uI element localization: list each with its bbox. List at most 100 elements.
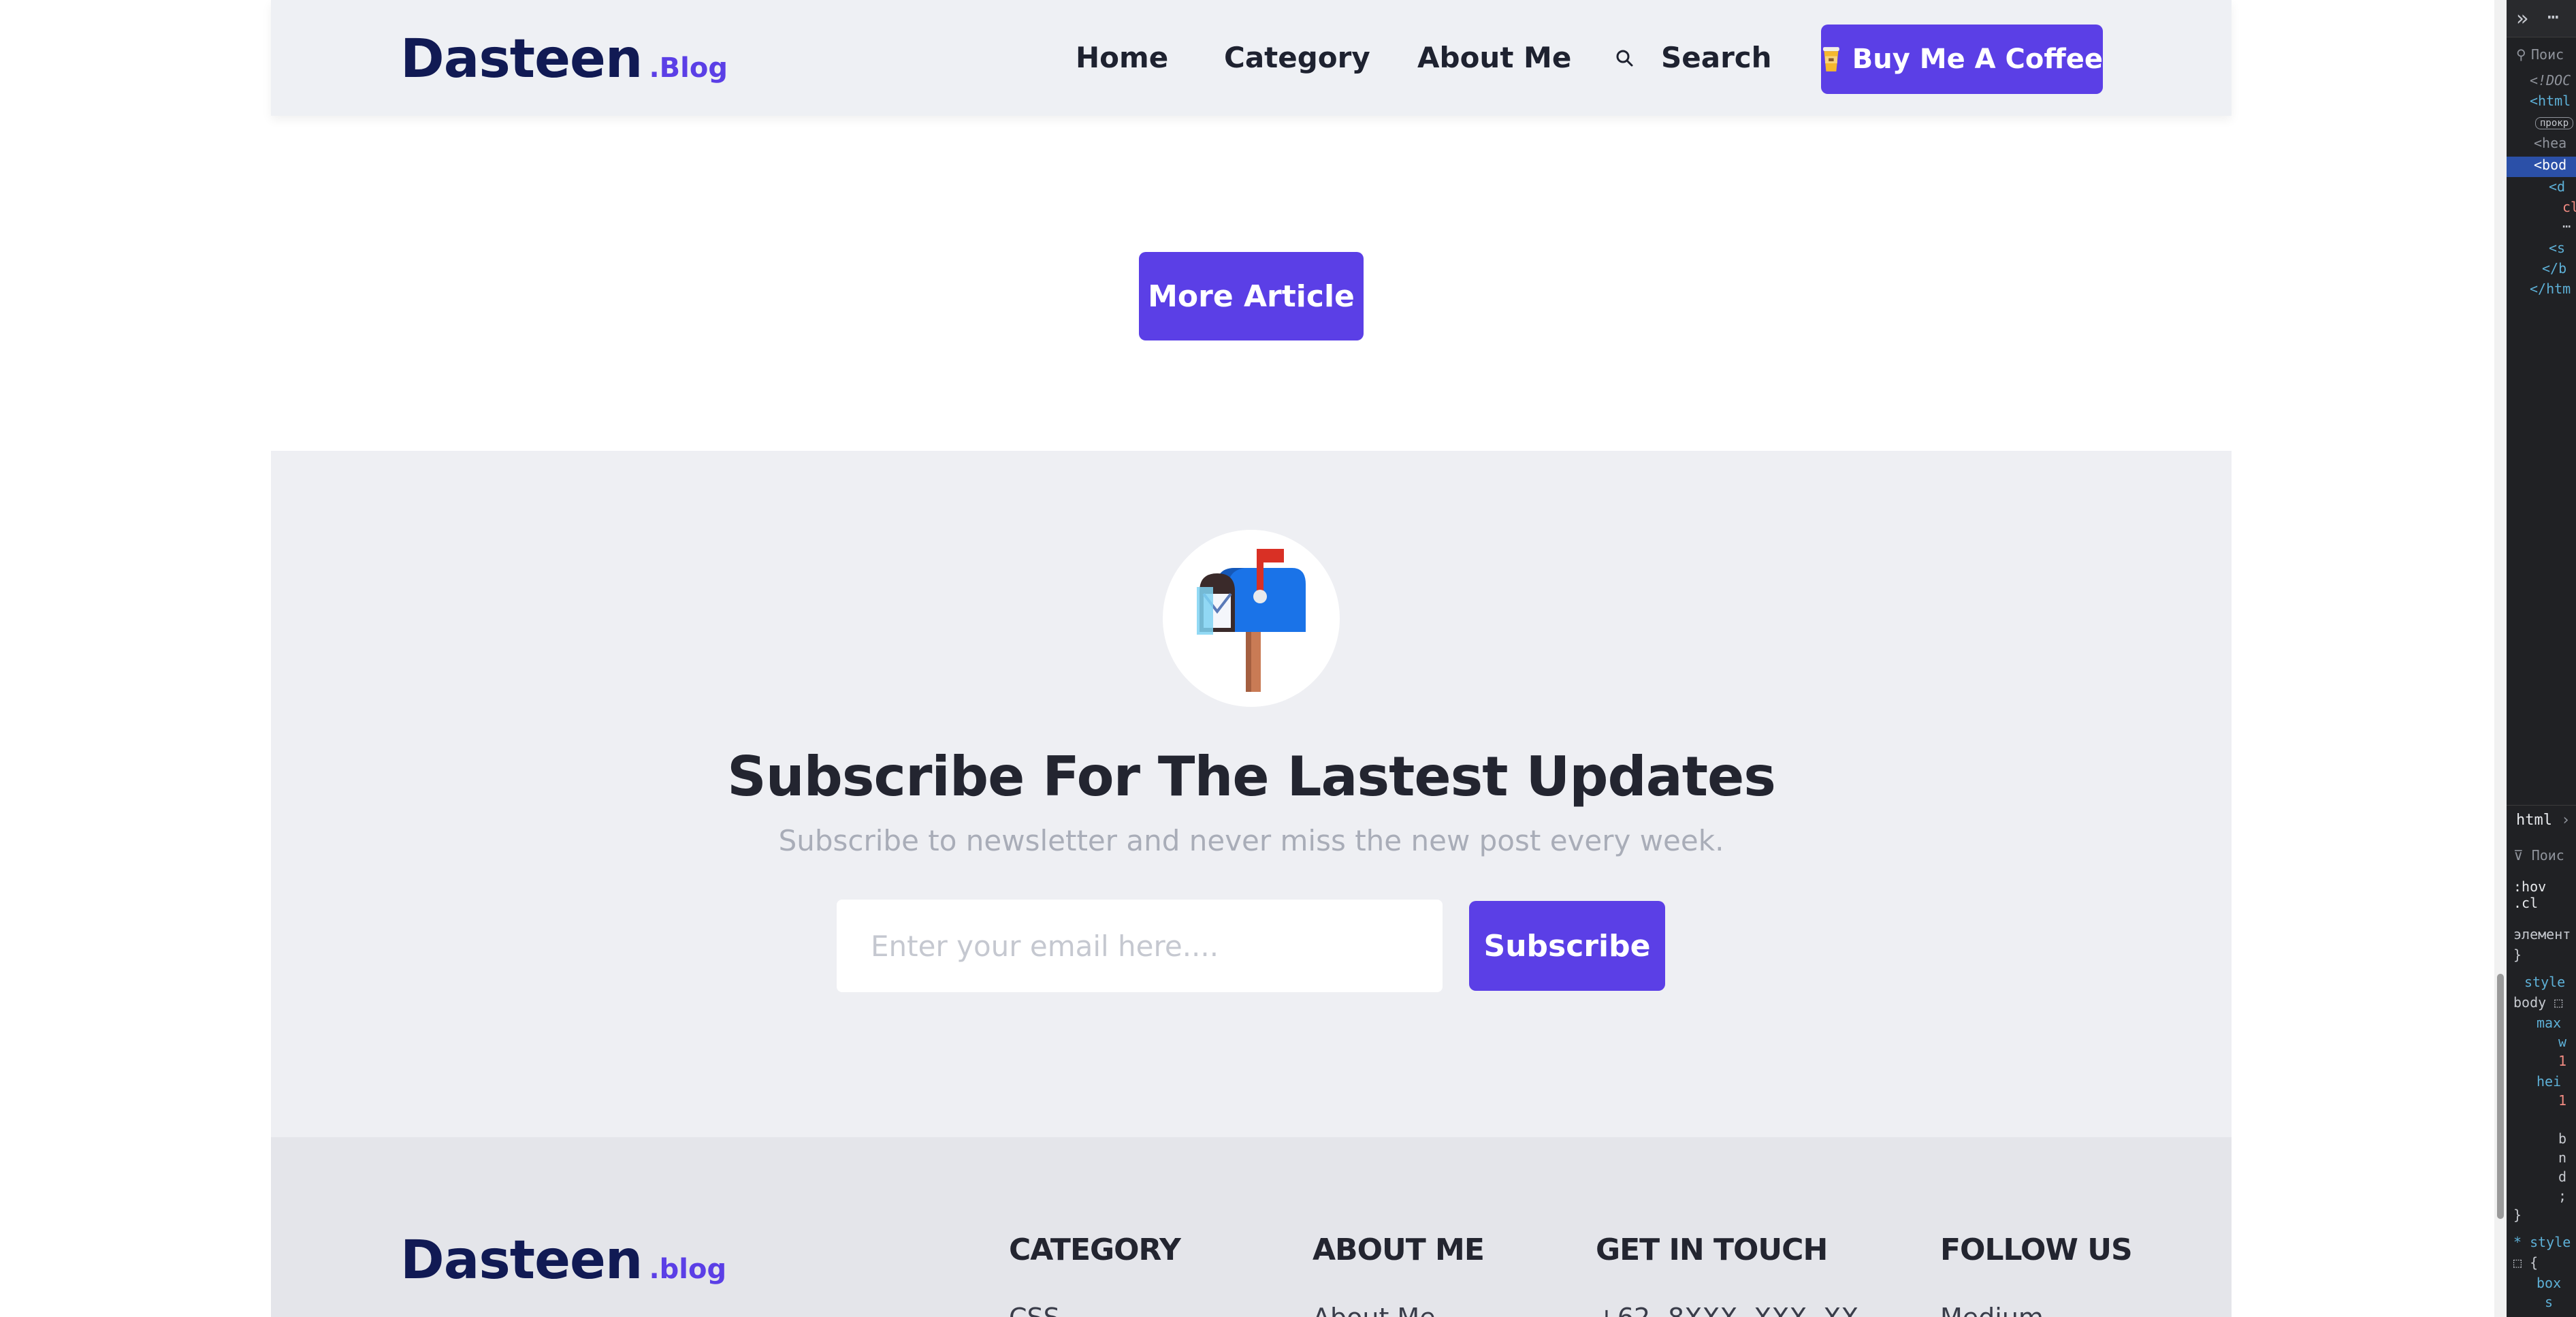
scrollbar-thumb[interactable] xyxy=(2497,974,2504,1219)
dom-node-text: <d xyxy=(2549,178,2566,195)
breadcrumb-html: html xyxy=(2516,812,2552,829)
dom-badge-text: прокр xyxy=(2535,117,2574,129)
mailbox-icon xyxy=(1197,549,1306,692)
styles-filter-input[interactable]: ⊽ Поис xyxy=(2513,847,2564,863)
chevron-right-icon: › xyxy=(2551,812,2571,829)
dom-node-selected[interactable]: <bod xyxy=(2507,157,2576,177)
devtools-panel: » ⋯ ⚲ Поис <!DOC <html прокр <hea <bod <… xyxy=(2507,0,2576,1317)
footer-column-contact: GET IN TOUCH +62 -8XXX -XXX -XX xyxy=(1596,1233,1858,1317)
footer-logo-text: Dasteen xyxy=(400,1230,643,1291)
devtools-more-tabs-icon[interactable]: » xyxy=(2516,7,2528,31)
dom-badge[interactable]: прокр xyxy=(2507,113,2576,133)
dom-node-text: <s xyxy=(2549,240,2566,256)
styles-line: 1 xyxy=(2558,1053,2567,1069)
nav-search[interactable]: Search xyxy=(1615,41,1772,74)
styles-line: } xyxy=(2513,947,2522,963)
styles-filter-placeholder: Поис xyxy=(2531,847,2564,863)
footer-column-about: ABOUT ME About Me xyxy=(1313,1233,1485,1317)
subscribe-button-label: Subscribe xyxy=(1483,928,1651,964)
footer-logo-suffix: .blog xyxy=(649,1254,727,1285)
dom-node-text: </htm xyxy=(2530,281,2571,297)
hov-label: :hov .cl xyxy=(2513,878,2547,911)
more-article-label: More Article xyxy=(1148,279,1355,314)
styles-line: hei xyxy=(2537,1073,2562,1090)
dom-node[interactable]: ⋯ xyxy=(2507,218,2576,238)
styles-line: max xyxy=(2537,1015,2562,1031)
email-field[interactable] xyxy=(837,900,1443,992)
styles-line: ; xyxy=(2558,1188,2567,1204)
coffee-button-label: Buy Me A Coffee xyxy=(1852,44,2103,75)
nav-home-label: Home xyxy=(1076,41,1169,74)
dom-node[interactable]: <!DOC xyxy=(2507,72,2576,93)
hov-toggle[interactable]: :hov .cl xyxy=(2513,878,2576,911)
dom-node-text: <!DOC xyxy=(2530,72,2571,89)
logo-suffix: .Blog xyxy=(649,52,728,84)
devtools-dom-search[interactable]: ⚲ Поис xyxy=(2507,42,2576,68)
dom-node[interactable]: </htm xyxy=(2507,281,2576,301)
footer-link-phone[interactable]: +62 -8XXX -XXX -XX xyxy=(1596,1303,1858,1317)
dom-node[interactable]: <d xyxy=(2507,178,2576,199)
subscribe-subtitle: Subscribe to newsletter and never miss t… xyxy=(778,824,1724,857)
footer-heading-category: CATEGORY xyxy=(1009,1233,1181,1267)
footer-column-category: CATEGORY CSS xyxy=(1009,1233,1181,1317)
search-icon xyxy=(1616,50,1633,66)
devtools-search-placeholder: Поис xyxy=(2531,46,2564,63)
nav-search-label: Search xyxy=(1661,41,1772,74)
dom-node-text: <hea xyxy=(2534,135,2567,151)
dom-node[interactable]: cl xyxy=(2507,199,2576,219)
footer-logo[interactable]: Dasteen .blog xyxy=(400,1230,726,1291)
logo-text: Dasteen xyxy=(400,29,643,90)
footer-column-follow: FOLLOW US Medium xyxy=(1940,1233,2133,1317)
subscribe-button[interactable]: Subscribe xyxy=(1469,901,1665,991)
styles-line: b xyxy=(2558,1130,2567,1147)
footer-link-medium[interactable]: Medium xyxy=(1940,1303,2132,1317)
nav-category[interactable]: Category xyxy=(1224,41,1370,74)
nav-home[interactable]: Home xyxy=(1076,41,1168,74)
mailbox-badge xyxy=(1163,530,1340,707)
footer-heading-follow: FOLLOW US xyxy=(1940,1233,2133,1267)
page-scrollbar[interactable] xyxy=(2494,0,2507,1317)
dom-node-text: </b xyxy=(2542,260,2567,276)
styles-element-label: элемент xyxy=(2513,926,2571,942)
styles-line: 1 xyxy=(2558,1092,2567,1109)
footer-link-about-me[interactable]: About Me xyxy=(1313,1303,1484,1317)
styles-line: style xyxy=(2524,974,2566,990)
styles-line: * style xyxy=(2513,1234,2571,1250)
site-header: Dasteen .Blog Home Category About Me Sea… xyxy=(271,0,2232,116)
styles-line: d xyxy=(2558,1169,2567,1185)
dom-node[interactable]: </b xyxy=(2507,260,2576,281)
buy-me-a-coffee-button[interactable]: Buy Me A Coffee xyxy=(1821,25,2103,94)
dom-node[interactable]: <s xyxy=(2507,240,2576,260)
filter-icon: ⊽ xyxy=(2513,847,2532,863)
styles-line: box xyxy=(2537,1275,2562,1291)
nav-about-me[interactable]: About Me xyxy=(1417,41,1571,74)
devtools-toolbar: » ⋯ xyxy=(2507,0,2576,37)
footer-heading-about: ABOUT ME xyxy=(1313,1233,1485,1267)
subscribe-section: Subscribe For The Lastest Updates Subscr… xyxy=(271,451,2232,1137)
more-article-button[interactable]: More Article xyxy=(1139,252,1364,340)
styles-line: body ⬚ xyxy=(2513,994,2563,1011)
styles-line: } xyxy=(2513,1207,2522,1223)
site-logo[interactable]: Dasteen .Blog xyxy=(400,29,728,90)
search-icon: ⚲ xyxy=(2516,46,2526,63)
devtools-breadcrumb[interactable]: html › xyxy=(2516,812,2570,829)
footer-heading-contact: GET IN TOUCH xyxy=(1596,1233,1828,1267)
nav-category-label: Category xyxy=(1224,41,1370,74)
dom-node-text: <html xyxy=(2530,93,2571,109)
styles-line: n xyxy=(2558,1149,2567,1166)
dom-node[interactable]: <hea xyxy=(2507,135,2576,155)
devtools-divider xyxy=(2507,805,2576,806)
dom-node-text: cl xyxy=(2562,199,2576,215)
devtools-menu-icon[interactable]: ⋯ xyxy=(2547,5,2559,28)
nav-about-label: About Me xyxy=(1417,41,1572,74)
subscribe-title: Subscribe For The Lastest Updates xyxy=(727,745,1776,808)
footer-link-css[interactable]: CSS xyxy=(1009,1303,1180,1317)
styles-line: w xyxy=(2558,1034,2567,1050)
dom-node-text: <bod xyxy=(2534,157,2567,173)
page: Dasteen .Blog Home Category About Me Sea… xyxy=(0,0,2507,1317)
styles-line: s xyxy=(2545,1294,2554,1310)
coffee-cup-icon xyxy=(1822,47,1839,72)
site-footer: Dasteen .blog CATEGORY CSS ABOUT ME Abou… xyxy=(271,1137,2232,1317)
dom-node[interactable]: <html xyxy=(2507,93,2576,113)
styles-line: ⬚ { xyxy=(2513,1254,2539,1271)
